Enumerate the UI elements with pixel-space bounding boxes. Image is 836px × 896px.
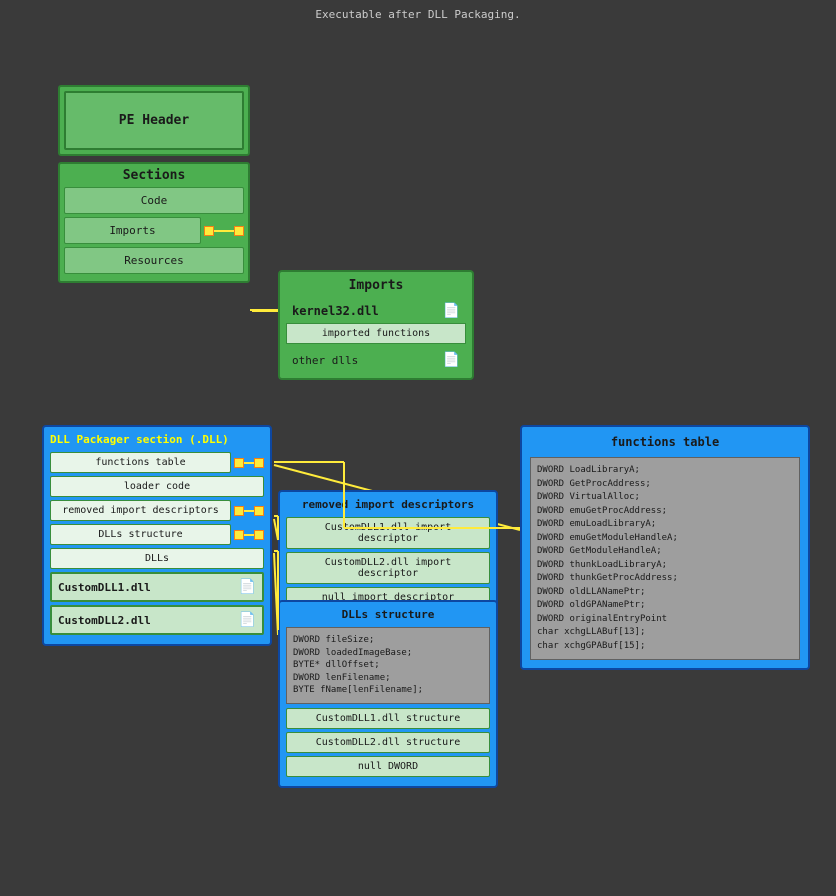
- connector-imports: [204, 226, 214, 236]
- ft-entry-1: DWORD GetProcAddress;: [537, 478, 793, 492]
- removed-imports-title: removed import descriptors: [286, 498, 490, 511]
- dll-item-loader: loader code: [50, 476, 264, 497]
- sections-label: Sections: [64, 168, 244, 183]
- functions-table-box: functions table DWORD LoadLibraryA; DWOR…: [520, 425, 810, 670]
- file-icon-kernel: 📄: [443, 303, 460, 319]
- dll-packager-section: DLL Packager section (.DLL) functions ta…: [42, 425, 272, 646]
- connector-ft-left: [234, 458, 244, 468]
- connector-ri-right: [254, 506, 264, 516]
- custom1-label: CustomDLL1.dll: [58, 581, 151, 594]
- connector-ds-right: [254, 530, 264, 540]
- dll-item-dlls: DLLs: [50, 548, 264, 569]
- ft-entry-4: DWORD emuLoadLibraryA;: [537, 518, 793, 532]
- ft-entry-5: DWORD emuGetModuleHandleA;: [537, 532, 793, 546]
- file-icon-dll2: 📄: [239, 612, 256, 628]
- custom2-label: CustomDLL2.dll: [58, 614, 151, 627]
- dll-item-dlls-structure: DLLs structure: [50, 524, 231, 545]
- dll-item-custom2: CustomDLL2.dll 📄: [50, 605, 264, 635]
- ft-entry-6: DWORD GetModuleHandleA;: [537, 545, 793, 559]
- ft-entry-3: DWORD emuGetProcAddress;: [537, 505, 793, 519]
- pe-header-label: PE Header: [64, 91, 244, 150]
- dll-item-functions-table: functions table: [50, 452, 231, 473]
- page-title: Executable after DLL Packaging.: [0, 0, 836, 29]
- connector-ri-left: [234, 506, 244, 516]
- section-imports: Imports: [64, 217, 201, 244]
- dlls-structure-title: DLLs structure: [286, 608, 490, 621]
- functions-table-title: functions table: [530, 435, 800, 449]
- other-dlls-label: other dlls: [292, 354, 358, 367]
- functions-table-code: DWORD LoadLibraryA; DWORD GetProcAddress…: [530, 457, 800, 660]
- connector-ft-right: [254, 458, 264, 468]
- pe-structure: PE Header Sections Code Imports Resource…: [58, 85, 250, 283]
- rid-item-0: CustomDLL1.dll import descriptor: [286, 517, 490, 549]
- dll-packager-title: DLL Packager section (.DLL): [50, 433, 264, 446]
- dll-item-removed-imports: removed import descriptors: [50, 500, 231, 521]
- imports-title: Imports: [286, 278, 466, 293]
- dll-struct-item-0: CustomDLL1.dll structure: [286, 708, 490, 729]
- dlls-structure-code: DWORD fileSize; DWORD loadedImageBase; B…: [286, 627, 490, 704]
- imported-functions-box: imported functions: [286, 323, 466, 344]
- ft-entry-9: DWORD oldLLANamePtr;: [537, 586, 793, 600]
- sections-box: Sections Code Imports Resources: [58, 162, 250, 283]
- dll-struct-item-1: CustomDLL2.dll structure: [286, 732, 490, 753]
- pe-header-box: PE Header: [58, 85, 250, 156]
- file-icon-other: 📄: [443, 352, 460, 368]
- ft-entry-0: DWORD LoadLibraryA;: [537, 464, 793, 478]
- file-icon-dll1: 📄: [239, 579, 256, 595]
- connector-imports-right: [234, 226, 244, 236]
- ft-entry-13: char xchgGPABuf[15];: [537, 640, 793, 654]
- dll-item-custom1: CustomDLL1.dll 📄: [50, 572, 264, 602]
- other-dlls-item: other dlls 📄: [286, 348, 466, 372]
- dll-struct-item-2: null DWORD: [286, 756, 490, 777]
- ft-entry-8: DWORD thunkGetProcAddress;: [537, 572, 793, 586]
- dlls-structure-box: DLLs structure DWORD fileSize; DWORD loa…: [278, 600, 498, 788]
- imports-box: Imports kernel32.dll 📄 imported function…: [278, 270, 474, 380]
- kernel-item: kernel32.dll 📄: [286, 299, 466, 323]
- connector-ds-left: [234, 530, 244, 540]
- ft-entry-10: DWORD oldGPANamePtr;: [537, 599, 793, 613]
- rid-item-1: CustomDLL2.dll import descriptor: [286, 552, 490, 584]
- section-resources: Resources: [64, 247, 244, 274]
- ft-entry-7: DWORD thunkLoadLibraryA;: [537, 559, 793, 573]
- ft-entry-12: char xchgLLABuf[13];: [537, 626, 793, 640]
- ft-entry-2: DWORD VirtualAlloc;: [537, 491, 793, 505]
- section-code: Code: [64, 187, 244, 214]
- ft-entry-11: DWORD originalEntryPoint: [537, 613, 793, 627]
- kernel-label: kernel32.dll: [292, 304, 379, 318]
